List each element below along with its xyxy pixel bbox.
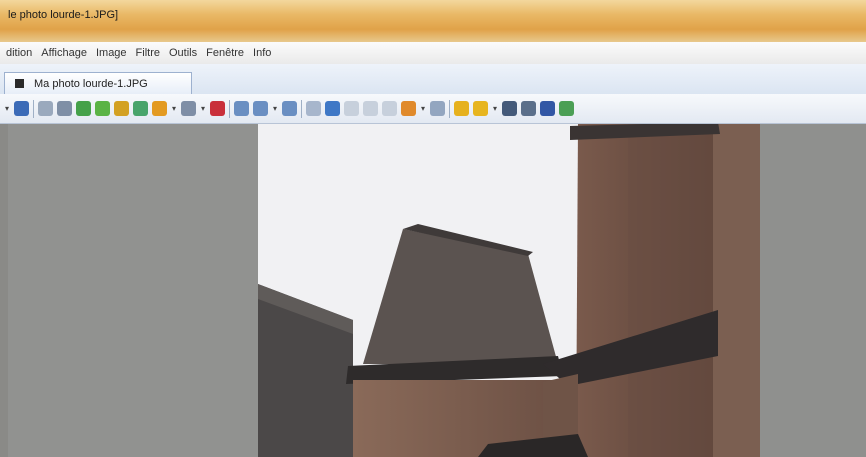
zoom-fit-icon[interactable] — [253, 101, 268, 116]
print-icon[interactable] — [521, 101, 536, 116]
toolbar-separator — [301, 99, 302, 118]
menu-fenetre[interactable]: Fenêtre — [206, 47, 244, 59]
toolbar: ▾ ▾ ▾ ▾ ▾ ▾ — [0, 94, 866, 124]
dropdown-icon[interactable]: ▾ — [200, 104, 206, 114]
adjust-icon[interactable] — [181, 101, 196, 116]
save-icon[interactable] — [14, 101, 29, 116]
menu-info[interactable]: Info — [253, 47, 271, 59]
dropdown-icon[interactable]: ▾ — [420, 104, 426, 114]
menu-dropdown-icon[interactable]: ▾ — [4, 104, 10, 114]
thumbnail-icon[interactable] — [473, 101, 488, 116]
find-icon[interactable] — [502, 101, 517, 116]
page-icon[interactable] — [363, 101, 378, 116]
image-viewer[interactable] — [0, 124, 866, 457]
next-icon[interactable] — [325, 101, 340, 116]
capture-icon[interactable] — [430, 101, 445, 116]
disk-icon[interactable] — [540, 101, 555, 116]
effects-icon[interactable] — [152, 101, 167, 116]
menu-bar: dition Affichage Image Filtre Outils Fen… — [0, 42, 866, 64]
menu-edition[interactable]: dition — [6, 47, 32, 59]
rotate-left-icon[interactable] — [76, 101, 91, 116]
properties-icon[interactable] — [559, 101, 574, 116]
dropdown-icon[interactable]: ▾ — [171, 104, 177, 114]
title-bar: le photo lourde-1.JPG] — [0, 0, 866, 42]
viewer-background-left — [8, 124, 258, 457]
zoom-in-icon[interactable] — [234, 101, 249, 116]
photo-image — [258, 124, 760, 457]
zoom-out-icon[interactable] — [282, 101, 297, 116]
rotate-right-icon[interactable] — [95, 101, 110, 116]
document-icon — [15, 79, 24, 88]
scan-icon[interactable] — [38, 101, 53, 116]
toolbar-separator — [33, 99, 34, 118]
fullscreen-icon[interactable] — [454, 101, 469, 116]
menu-affichage[interactable]: Affichage — [41, 47, 87, 59]
document-tab-strip: Ma photo lourde-1.JPG — [0, 64, 866, 95]
menu-image[interactable]: Image — [96, 47, 127, 59]
film-icon[interactable] — [57, 101, 72, 116]
crop-icon[interactable] — [114, 101, 129, 116]
toolbar-separator — [229, 99, 230, 118]
tab-label: Ma photo lourde-1.JPG — [34, 77, 148, 90]
menu-outils[interactable]: Outils — [169, 47, 197, 59]
slideshow-icon[interactable] — [401, 101, 416, 116]
dropdown-icon[interactable]: ▾ — [492, 104, 498, 114]
toolbar-separator — [449, 99, 450, 118]
previous-icon[interactable] — [306, 101, 321, 116]
last-page-icon[interactable] — [382, 101, 397, 116]
redeye-icon[interactable] — [210, 101, 225, 116]
viewer-background-right — [760, 124, 866, 457]
menu-filtre[interactable]: Filtre — [136, 47, 160, 59]
dropdown-icon[interactable]: ▾ — [272, 104, 278, 114]
window-title: le photo lourde-1.JPG] — [8, 9, 119, 21]
resize-icon[interactable] — [133, 101, 148, 116]
tab-document[interactable]: Ma photo lourde-1.JPG — [4, 72, 192, 94]
first-page-icon[interactable] — [344, 101, 359, 116]
